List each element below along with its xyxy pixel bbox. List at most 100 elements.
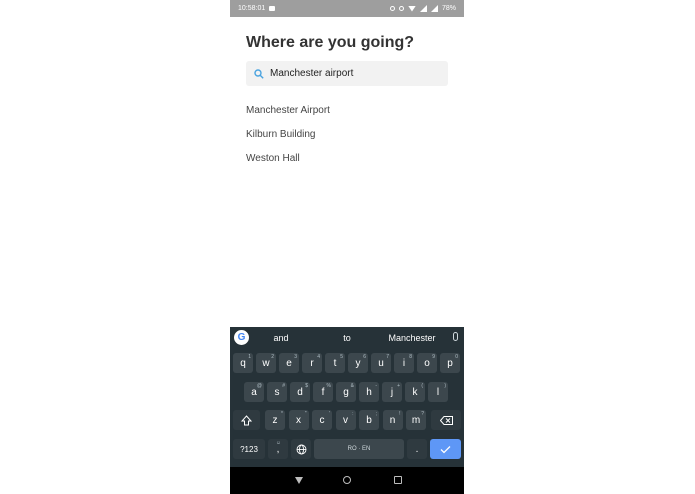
home-icon[interactable] <box>343 476 351 484</box>
key-hint: 1 <box>248 354 251 360</box>
key-hint: : <box>352 411 354 417</box>
shift-key[interactable] <box>233 410 260 430</box>
key-label: z <box>272 414 278 426</box>
status-time: 10:58:01 <box>238 5 266 12</box>
key-g[interactable]: g & <box>336 382 356 402</box>
key-c[interactable]: c ' <box>312 410 332 430</box>
key-b[interactable]: b; <box>359 410 379 430</box>
key-label: g <box>343 386 349 398</box>
key-label: j <box>390 386 394 398</box>
result-item-weston-hall[interactable]: Weston Hall <box>246 152 330 176</box>
key-hint: ! <box>399 411 401 417</box>
key-w[interactable]: w2 <box>256 353 276 373</box>
key-label: h <box>366 386 372 398</box>
key-label: o <box>424 357 430 369</box>
suggestion-manchester[interactable]: Manchester <box>380 333 444 343</box>
suggestion-to[interactable]: to <box>322 333 372 343</box>
key-hint: 6 <box>363 354 366 360</box>
navigation-bar <box>230 467 464 494</box>
status-bar: 10:58:01 78% <box>230 0 464 17</box>
key-row-4: ?123 , ☺ RO · EN . <box>230 439 464 459</box>
key-q[interactable]: q1 <box>233 353 253 373</box>
key-hint: @ <box>256 383 262 389</box>
search-input[interactable] <box>270 68 430 79</box>
key-e[interactable]: e3 <box>279 353 299 373</box>
key-hint: " <box>304 411 307 417</box>
key-k[interactable]: k( <box>405 382 425 402</box>
key-l[interactable]: l) <box>428 382 448 402</box>
key-row-2: a @ s # d $ f% g & h - j + k(l) <box>230 382 464 402</box>
back-icon[interactable] <box>295 477 303 484</box>
key-hint: ? <box>421 411 424 417</box>
comma-key[interactable]: , ☺ <box>268 439 288 459</box>
suggestion-and[interactable]: and <box>258 333 304 343</box>
key-label: i <box>402 357 406 369</box>
key-o[interactable]: o9 <box>417 353 437 373</box>
key-z[interactable]: z * <box>265 410 285 430</box>
key-hint: # <box>282 383 285 389</box>
key-d[interactable]: d $ <box>290 382 310 402</box>
enter-key[interactable] <box>430 439 461 459</box>
key-label: y <box>355 357 361 369</box>
period-key[interactable]: . <box>407 439 427 459</box>
key-hint: 2 <box>271 354 274 360</box>
key-label: q <box>240 357 246 369</box>
key-hint: 0 <box>455 354 458 360</box>
key-hint: - <box>375 383 377 389</box>
recent-apps-icon[interactable] <box>394 476 402 484</box>
key-label: x <box>296 414 301 426</box>
location-icon <box>398 6 404 11</box>
key-t[interactable]: t5 <box>325 353 345 373</box>
key-a[interactable]: a @ <box>244 382 264 402</box>
search-bar[interactable] <box>246 61 448 86</box>
key-hint: ) <box>444 383 446 389</box>
microphone-icon[interactable] <box>453 332 458 341</box>
key-label: u <box>378 357 384 369</box>
battery-level: 78% <box>441 5 456 12</box>
key-r[interactable]: r4 <box>302 353 322 373</box>
key-label: v <box>343 414 348 426</box>
space-key[interactable]: RO · EN <box>314 439 404 459</box>
key-hint: 9 <box>432 354 435 360</box>
key-i[interactable]: i8 <box>394 353 414 373</box>
key-row-1: q1w2e3r4t5y6u7i8o9p0 <box>230 353 464 373</box>
result-item-manchester-airport[interactable]: Manchester Airport <box>246 104 330 128</box>
result-item-kilburn-building[interactable]: Kilburn Building <box>246 128 330 152</box>
key-h[interactable]: h- <box>359 382 379 402</box>
language-key[interactable] <box>291 439 311 459</box>
key-hint: 5 <box>340 354 343 360</box>
suggestion-strip: G and to Manchester <box>230 327 464 349</box>
key-hint: % <box>326 383 331 389</box>
key-v[interactable]: v: <box>335 410 356 430</box>
backspace-key[interactable] <box>431 410 461 430</box>
key-j[interactable]: j + <box>382 382 402 402</box>
key-hint: + <box>397 383 400 389</box>
key-hint: 3 <box>294 354 297 360</box>
wifi-icon <box>407 5 416 12</box>
keyboard: G and to Manchester q1w2e3r4t5y6u7i8o9p0… <box>230 327 464 467</box>
globe-icon <box>296 444 306 454</box>
symbols-key[interactable]: ?123 <box>233 439 265 459</box>
page-title: Where are you going? <box>246 34 415 51</box>
key-y[interactable]: y6 <box>348 353 368 373</box>
key-label: c <box>319 414 325 426</box>
alarm-icon <box>389 6 395 11</box>
key-label: l <box>436 386 440 398</box>
key-x[interactable]: x " <box>288 410 309 430</box>
google-logo-icon[interactable]: G <box>234 330 249 345</box>
key-label: s <box>274 386 280 398</box>
key-hint: * <box>281 411 283 417</box>
key-label: p <box>447 357 453 369</box>
key-label: k <box>412 386 418 398</box>
image-notification-icon <box>269 6 276 11</box>
key-p[interactable]: p0 <box>440 353 460 373</box>
key-m[interactable]: m? <box>406 410 426 430</box>
key-hint: ( <box>421 383 423 389</box>
search-icon <box>254 68 264 79</box>
key-n[interactable]: n! <box>382 410 403 430</box>
key-s[interactable]: s # <box>267 382 287 402</box>
signal-icon-2 <box>430 5 438 12</box>
key-f[interactable]: f% <box>313 382 333 402</box>
key-u[interactable]: u7 <box>371 353 391 373</box>
key-label: f <box>321 386 325 398</box>
